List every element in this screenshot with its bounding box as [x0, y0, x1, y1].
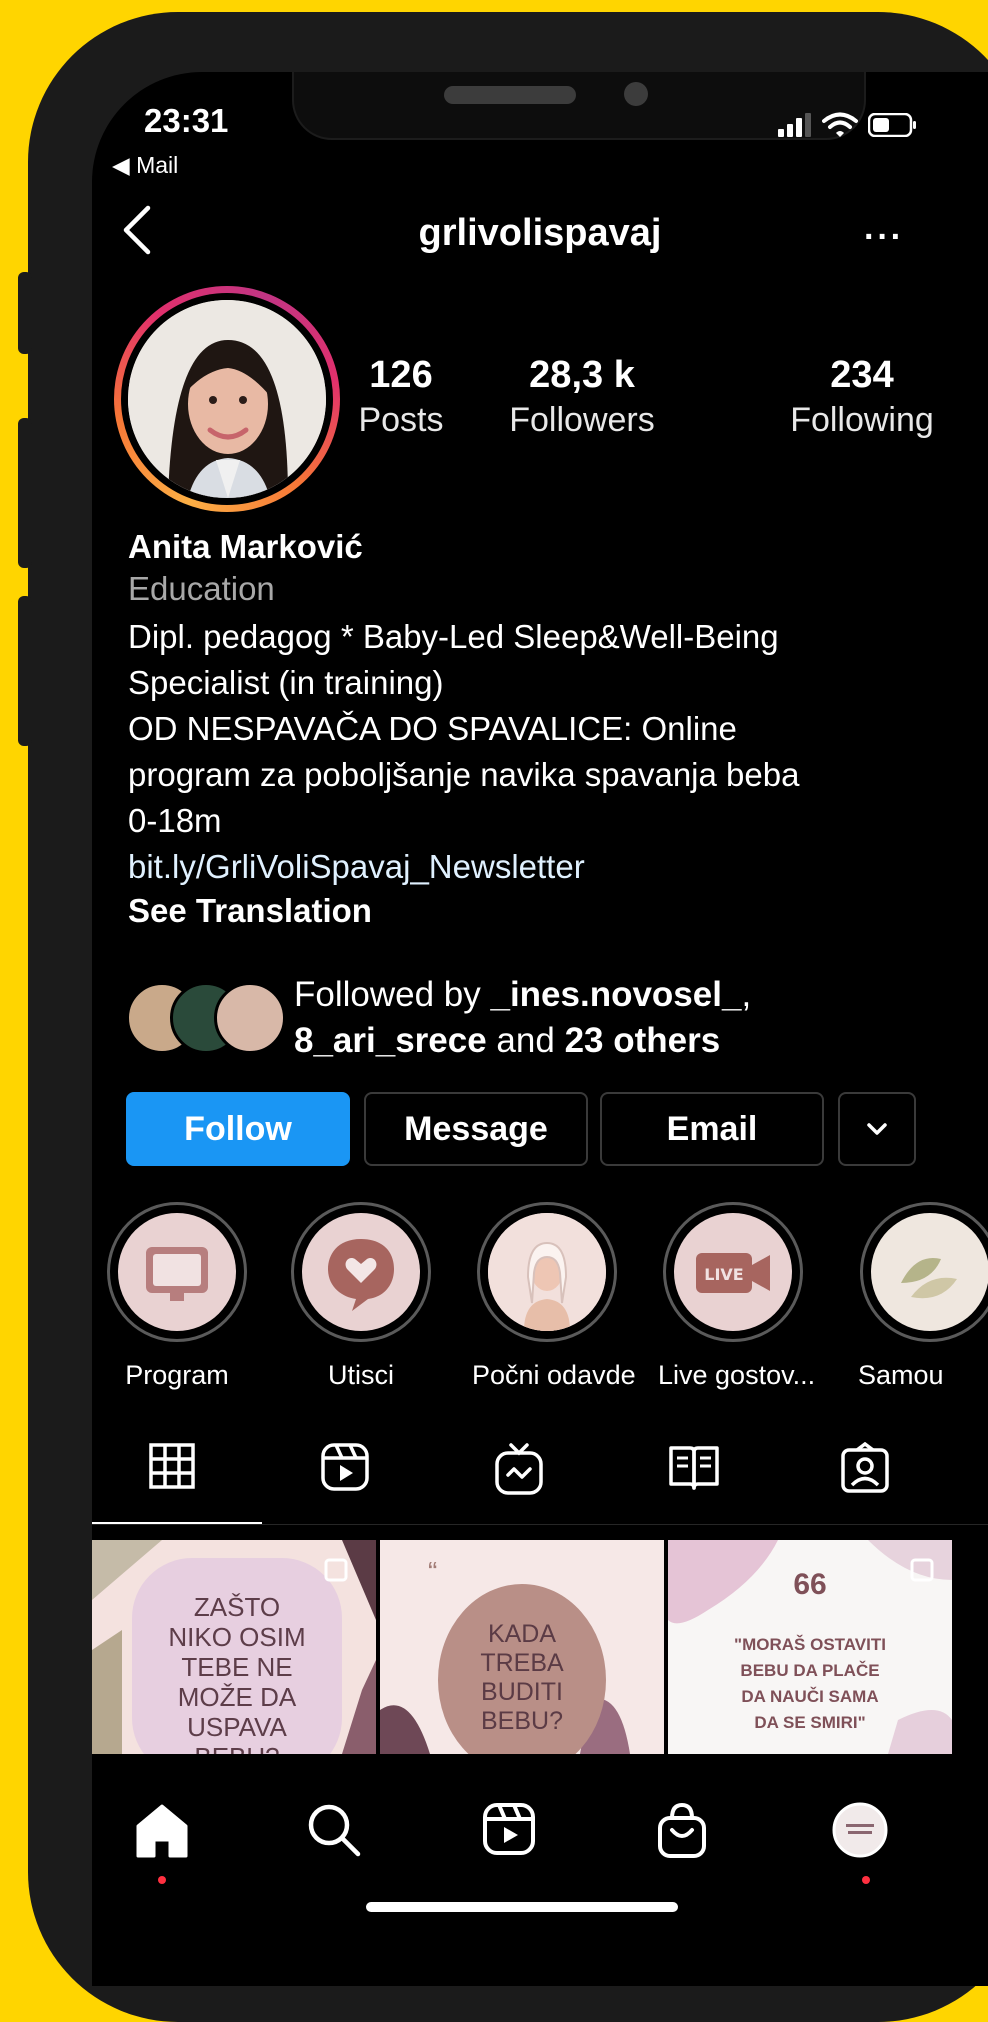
phone-screen: 23:31 ◀ Mail grlivolispavaj ··· 126 Post…: [92, 72, 988, 1986]
front-camera: [624, 82, 648, 106]
stat-posts-count: 126: [369, 354, 433, 396]
live-label: LIVE: [704, 1265, 743, 1284]
stat-followers[interactable]: 28,3 k Followers: [482, 354, 682, 440]
highlight-live-gostovanja[interactable]: LIVE Live gostov...: [658, 1202, 816, 1391]
highlight-label: Live gostov...: [658, 1360, 816, 1390]
tagged-tab-icon[interactable]: [840, 1441, 900, 1502]
highlight-label: Utisci: [328, 1360, 394, 1390]
stat-following-count: 234: [830, 354, 894, 396]
avatar-photo: [128, 300, 326, 498]
mutual-user-link[interactable]: _ines.novosel_: [490, 975, 741, 1014]
more-options-icon[interactable]: ···: [864, 218, 904, 257]
divider: [92, 1524, 988, 1525]
highlight-program[interactable]: Program: [102, 1202, 252, 1391]
bio-line: program za poboljšanje navika spavanja b…: [128, 756, 800, 793]
bio-line: Specialist (in training): [128, 664, 444, 701]
phone-side-button: [18, 418, 32, 568]
bio-link[interactable]: bit.ly/GrliVoliSpavaj_Newsletter: [128, 844, 968, 890]
live-camera-icon: LIVE: [674, 1213, 792, 1331]
chevron-down-icon: [867, 1123, 887, 1135]
profile-name: Anita Marković: [128, 528, 363, 565]
highlight-samou[interactable]: Samou: [844, 1202, 988, 1391]
followed-by-middle: and: [486, 1021, 565, 1060]
phone-side-button: [18, 596, 32, 746]
post-text: "MORAŠ OSTAVITI BEBU DA PLAČE DA NAUČI SAM…: [734, 1635, 886, 1732]
highlight-ring: [477, 1202, 617, 1342]
post-thumbnail[interactable]: 66 "MORAŠ OSTAVITI BEBU DA PLAČE DA NAUČI …: [668, 1540, 952, 1754]
home-icon[interactable]: [134, 1802, 194, 1862]
stat-followers-count: 28,3 k: [529, 354, 635, 396]
mutual-user-link[interactable]: 8_ari_srece: [294, 1021, 487, 1060]
speaker: [444, 86, 576, 104]
profile-avatar-icon[interactable]: [832, 1802, 892, 1862]
stat-following-label: Following: [790, 401, 934, 439]
quote-icon: 66: [793, 1568, 827, 1601]
tv-icon: [118, 1213, 236, 1331]
profile-username: grlivolispavaj: [418, 212, 662, 254]
post-text: KADA TREBA BUDITI BEBU?: [480, 1620, 564, 1735]
signal-icon: [778, 113, 811, 137]
highlight-ring: [291, 1202, 431, 1342]
stat-following[interactable]: 234 Following: [762, 354, 962, 440]
home-indicator: [366, 1902, 678, 1912]
mutual-others-link[interactable]: 23 others: [565, 1021, 721, 1060]
highlight-ring: [860, 1202, 988, 1342]
post-thumbnail[interactable]: “ KADA TREBA BUDITI BEBU?: [380, 1540, 664, 1754]
bio-text: Dipl. pedagog * Baby-Led Sleep&Well-Bein…: [128, 614, 968, 844]
quote-icon: “: [428, 1556, 438, 1587]
status-icons: [778, 112, 918, 138]
highlight-label: Počni odavde: [472, 1360, 636, 1390]
bio-line: Dipl. pedagog * Baby-Led Sleep&Well-Bein…: [128, 618, 779, 655]
post-text: ZAŠTONIKO OSIMTEBE NEMOŽE DAUSPAVABEBU?: [168, 1592, 306, 1754]
mutual-followers-avatars[interactable]: [126, 982, 286, 1062]
phone-side-button: [18, 272, 32, 354]
stat-posts[interactable]: 126 Posts: [326, 354, 476, 440]
search-icon[interactable]: [306, 1802, 366, 1862]
email-button[interactable]: Email: [600, 1092, 824, 1166]
story-ring[interactable]: [114, 286, 340, 512]
bio-line: OD NESPAVAČA DO SPAVALICE: Online: [128, 710, 737, 747]
message-button[interactable]: Message: [364, 1092, 588, 1166]
bio-line: 0-18m: [128, 802, 222, 839]
back-to-app-link[interactable]: ◀ Mail: [112, 152, 178, 179]
stat-posts-label: Posts: [358, 401, 444, 439]
highlight-ring: [107, 1202, 247, 1342]
mutual-avatar: [214, 982, 286, 1054]
status-time: 23:31: [144, 102, 229, 139]
reels-tab-icon[interactable]: [320, 1442, 380, 1502]
profile-tabs: [92, 1441, 988, 1525]
person-icon: [488, 1213, 606, 1331]
grid-tab-icon[interactable]: [148, 1442, 208, 1502]
followed-by-text[interactable]: Followed by _ines.novosel_, 8_ari_srece …: [294, 972, 751, 1064]
follow-button[interactable]: Follow: [126, 1092, 350, 1166]
igtv-tab-icon[interactable]: [494, 1442, 554, 1502]
battery-icon: [868, 113, 916, 137]
wifi-icon: [822, 112, 858, 137]
reels-icon[interactable]: [482, 1802, 542, 1862]
post-thumbnail[interactable]: ZAŠTONIKO OSIMTEBE NEMOŽE DAUSPAVABEBU?: [92, 1540, 376, 1754]
suggested-accounts-dropdown[interactable]: [838, 1092, 916, 1166]
highlight-label: Program: [125, 1360, 229, 1390]
guides-tab-icon[interactable]: [668, 1442, 728, 1502]
highlight-label: Samou: [858, 1360, 944, 1390]
bottom-nav: [92, 1762, 988, 1986]
highlight-ring: LIVE: [663, 1202, 803, 1342]
see-translation-link[interactable]: See Translation: [128, 892, 968, 930]
profile-bio: Anita Marković Education Dipl. pedagog *…: [128, 528, 968, 930]
shop-icon[interactable]: [656, 1802, 716, 1862]
followed-by-prefix: Followed by: [294, 975, 491, 1014]
avatar[interactable]: [121, 293, 333, 505]
stat-followers-label: Followers: [509, 401, 655, 439]
notification-dot: [158, 1876, 166, 1884]
separator: ,: [741, 975, 752, 1014]
highlight-pocni-odavde[interactable]: Počni odavde: [472, 1202, 636, 1391]
notification-dot: [862, 1876, 870, 1884]
profile-category: Education: [128, 570, 275, 607]
leaf-icon: [871, 1213, 988, 1331]
highlight-utisci[interactable]: Utisci: [286, 1202, 436, 1391]
speech-heart-icon: [302, 1213, 420, 1331]
